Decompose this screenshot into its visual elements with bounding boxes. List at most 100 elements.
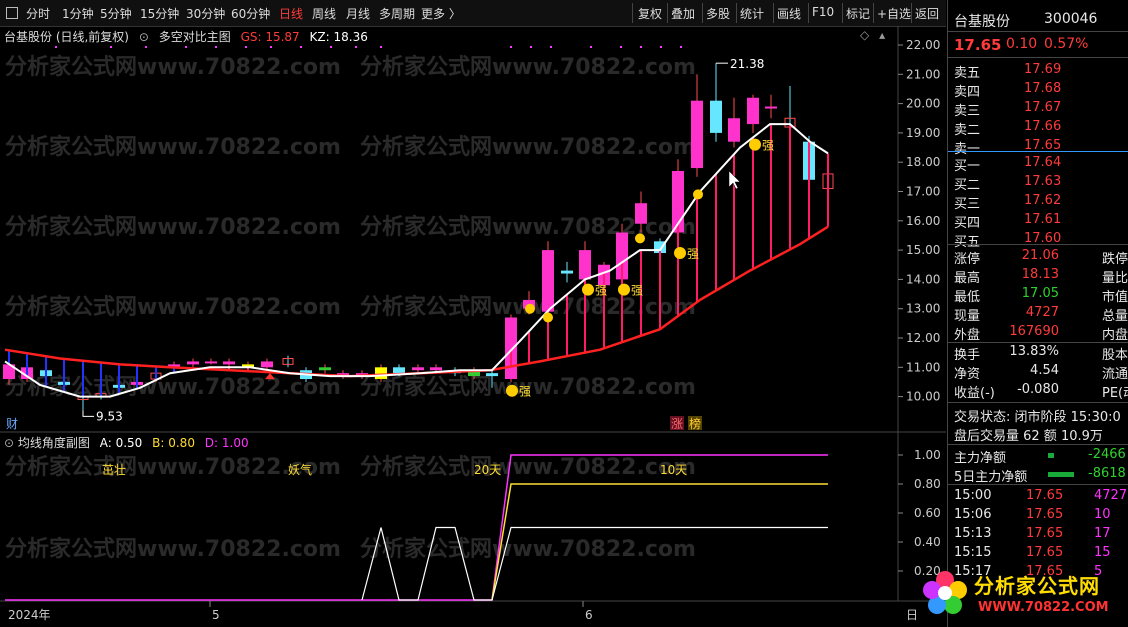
period-tab-7[interactable]: 周线 (312, 5, 336, 22)
finance-marker[interactable]: 财 (6, 417, 18, 431)
main-flow-row: 5日主力净额 -8618 (948, 465, 1128, 485)
stat-value: 17.05 (1021, 286, 1059, 301)
period-tab-5[interactable]: 60分钟 (231, 5, 270, 22)
smiley-icon (749, 138, 761, 151)
toolbar-button-3[interactable]: 统计 (740, 5, 764, 22)
ask-label: 卖五 (954, 66, 981, 81)
signal-dot (185, 46, 187, 48)
price-axis-label: 18.00 (906, 155, 940, 169)
signal-dot (55, 46, 57, 48)
signal-dot (270, 46, 272, 48)
panel-divider (948, 31, 1128, 32)
trade-state-row: 交易状态: 闭市阶段 15:30:0 (948, 405, 1128, 425)
sub-chart-info: ⊙ 均线角度副图 A: 0.50 B: 0.80 D: 1.00 (4, 434, 249, 451)
toolbar-button-6[interactable]: 标记 (846, 5, 870, 22)
sub-axis-label: 0.60 (914, 506, 941, 520)
ask-row: 卖五 17.69 (948, 61, 1128, 81)
smiley-icon (506, 384, 518, 397)
main-flow-row: 主力净额 -2466 (948, 446, 1128, 466)
tick-row: 15:15 17.65 15 (948, 544, 1128, 563)
zhang-marker[interactable]: 涨 (671, 416, 683, 431)
price-axis-label: 10.00 (906, 390, 940, 404)
toolbar-button-5[interactable]: F10 (812, 5, 834, 19)
time-axis-label: 2024年 (8, 608, 51, 622)
stat-label: 最高 (954, 271, 981, 286)
strong-label: 强 (595, 284, 607, 298)
ask-price: 17.67 (1024, 100, 1062, 115)
toolbar-button-2[interactable]: 多股 (706, 5, 730, 22)
stat-label-2: 总量 (1102, 309, 1128, 324)
stat-row: 外盘 167690 内盘 (948, 323, 1128, 343)
watermark-text: 分析家公式网www.70822.com (360, 536, 696, 562)
tick-row: 15:06 17.65 10 (948, 506, 1128, 525)
sub-axis-label: 0.80 (914, 477, 941, 491)
stat2-value: -0.080 (1017, 382, 1059, 397)
stat-label: 最低 (954, 290, 981, 305)
period-tab-1[interactable]: 1分钟 (62, 5, 94, 22)
price-axis-label: 15.00 (906, 243, 940, 257)
watermark-text: 分析家公式网www.70822.com (5, 374, 341, 400)
stat-label-2: 量比 (1102, 271, 1128, 286)
panel-divider (948, 444, 1128, 445)
bid-row: 买三 17.62 (948, 192, 1128, 212)
period-tab-10[interactable]: 更多 〉 (421, 5, 461, 22)
sub-signal-label: 妖气 (288, 462, 312, 477)
strong-label: 强 (762, 139, 774, 153)
period-tab-3[interactable]: 15分钟 (140, 5, 179, 22)
stat2-label: 收益(-) (954, 386, 995, 401)
toolbar-button-0[interactable]: 复权 (638, 5, 662, 22)
bang-marker[interactable]: 榜 (689, 416, 701, 431)
tick-time: 15:13 (954, 526, 992, 541)
period-tab-6[interactable]: 日线 (279, 5, 303, 22)
period-tab-8[interactable]: 月线 (346, 5, 370, 22)
ask-label: 卖三 (954, 104, 981, 119)
period-tab-9[interactable]: 多周期 (379, 5, 415, 22)
candle-body (542, 250, 554, 312)
quote-code: 300046 (1044, 11, 1098, 27)
signal-dot (300, 46, 302, 48)
stat-label-2: 跌停 (1102, 252, 1128, 267)
stat2-label-2: 流通 (1102, 367, 1128, 382)
ask-label: 卖四 (954, 85, 981, 100)
toolbar-button-1[interactable]: 叠加 (671, 5, 695, 22)
toolbar-button-4[interactable]: 画线 (777, 5, 801, 22)
smiley-icon (618, 283, 630, 296)
period-tab-2[interactable]: 5分钟 (100, 5, 132, 22)
period-tab-0[interactable]: 分时 (26, 5, 50, 22)
price-axis-label: 20.00 (906, 97, 940, 111)
sub-indicator-icon[interactable]: ⊙ (4, 436, 14, 450)
flow-label: 主力净额 (954, 451, 1007, 466)
candle-body (205, 361, 217, 364)
panel-divider (948, 484, 1128, 485)
tick-volume: 10 (1094, 507, 1111, 522)
flow-value: -8618 (1088, 466, 1126, 481)
signal-dot (510, 46, 512, 48)
toolbar-separator (736, 3, 737, 23)
stat2-label: 换手 (954, 348, 981, 363)
tick-price: 17.65 (1026, 488, 1064, 503)
tick-volume: 4727 (1094, 488, 1128, 503)
bid-row: 买一 17.64 (948, 154, 1128, 174)
panel-divider (948, 244, 1128, 245)
stat-label-2: 内盘 (1102, 328, 1128, 343)
toolbar-button-8[interactable]: 返回 (915, 5, 939, 22)
panel-toggle-icon[interactable] (6, 7, 18, 22)
logo-cn: 分析家公式网 (974, 574, 1100, 598)
signal-dot (530, 46, 532, 48)
panel-divider (948, 57, 1128, 58)
sub-signal-label: 10天 (660, 463, 687, 477)
stat-label: 外盘 (954, 328, 981, 343)
quote-change: 0.10 (1006, 36, 1038, 52)
toolbar-separator (842, 3, 843, 23)
toolbar: 分时 1分钟 5分钟 15分钟 30分钟 60分钟 日线 周线 月线 多周期 更多 〉 复权 叠加 多股统… (0, 0, 946, 27)
sub-title[interactable]: 均线角度副图 (18, 436, 90, 450)
tick-row: 15:00 17.65 4727 (948, 487, 1128, 506)
toolbar-button-7[interactable]: +自选 (877, 5, 911, 22)
candle-body (728, 118, 740, 142)
candle-body (505, 317, 517, 380)
stat2-row: 净资 4.54 流通 (948, 362, 1128, 382)
period-tab-4[interactable]: 30分钟 (186, 5, 225, 22)
chart-canvas[interactable]: 分析家公式网www.70822.com 分析家公式网www.70822.com 分析… (0, 26, 947, 627)
candle-body (747, 97, 759, 125)
candle-body (561, 270, 573, 274)
